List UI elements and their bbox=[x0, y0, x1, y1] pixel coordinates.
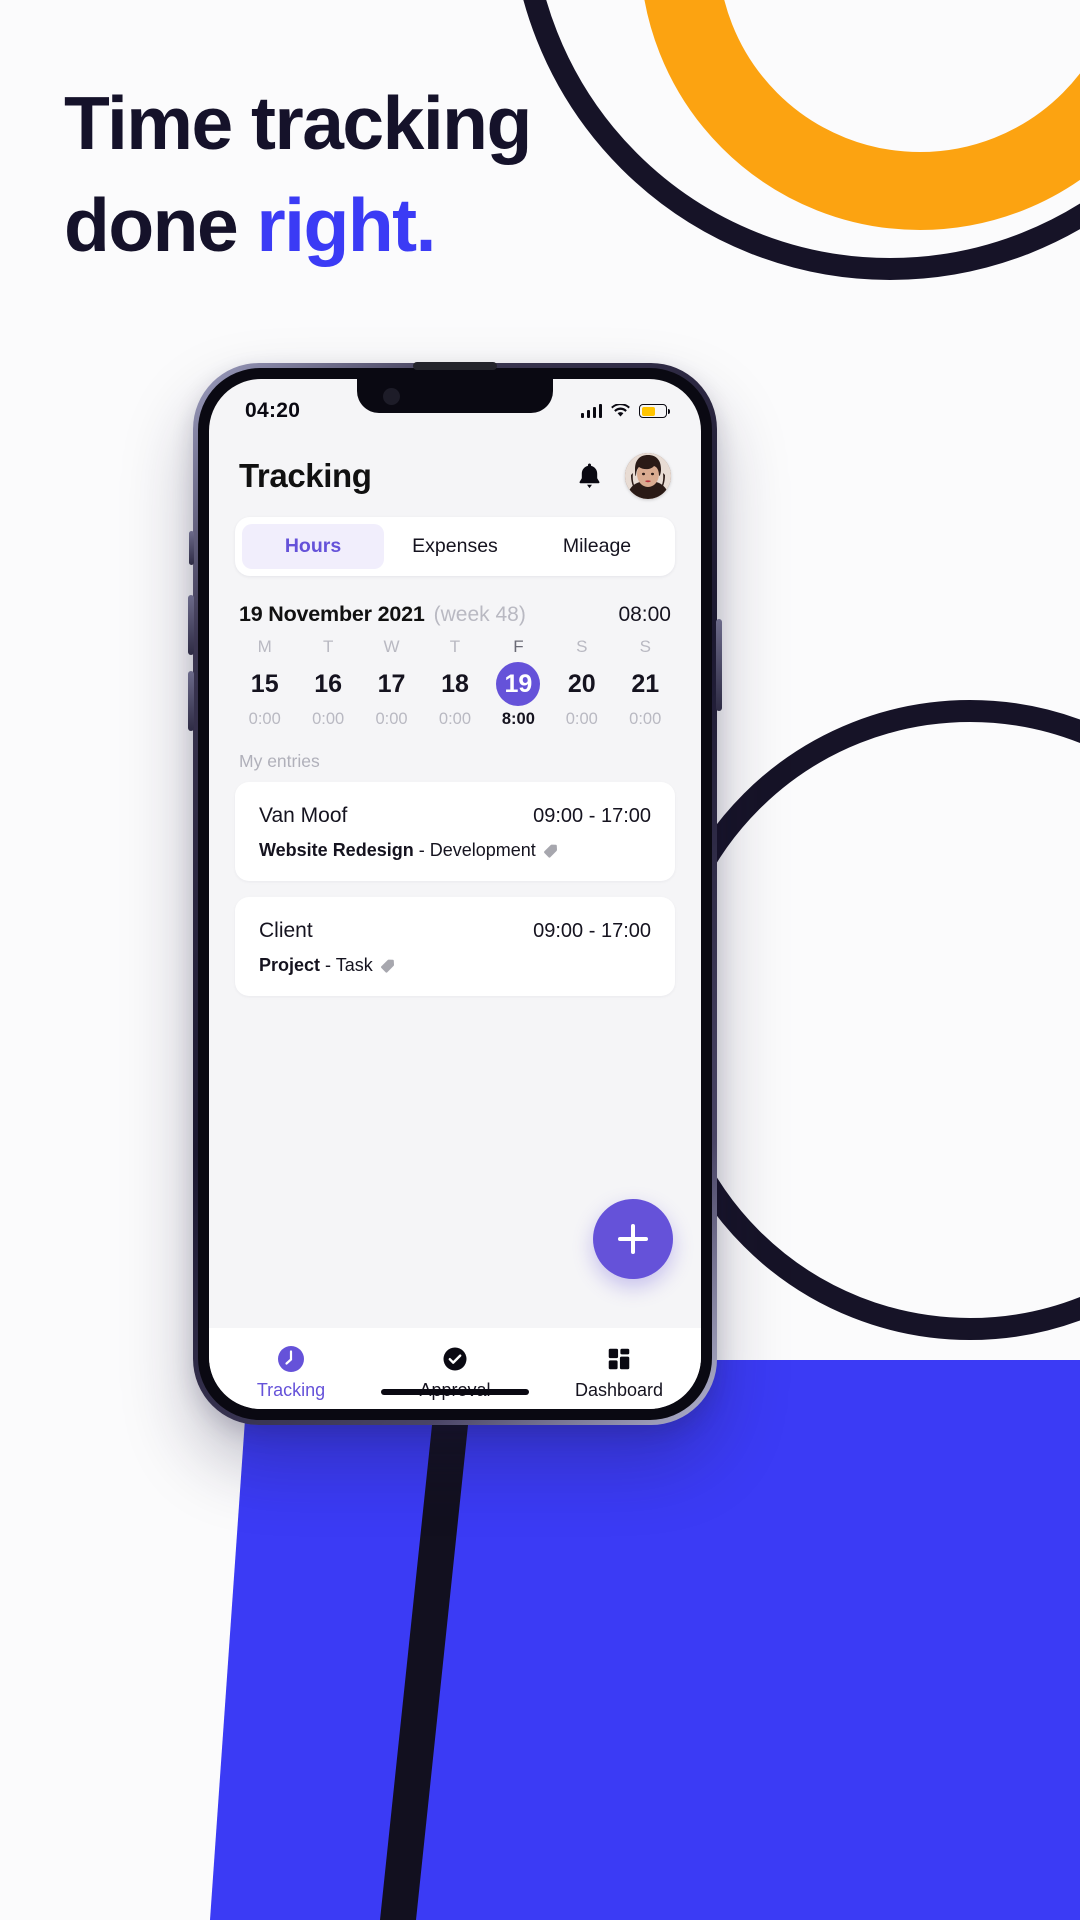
day-letter: T bbox=[449, 637, 461, 656]
day-number-selected: 19 bbox=[496, 662, 541, 706]
clock-icon bbox=[209, 1342, 373, 1376]
day-hours: 8:00 bbox=[501, 710, 535, 728]
volume-down-button[interactable] bbox=[188, 671, 194, 731]
week-day-20[interactable]: S 20 0:00 bbox=[550, 637, 613, 729]
mute-switch[interactable] bbox=[189, 531, 194, 565]
entry-project: Website Redesign bbox=[259, 840, 414, 860]
battery-low-power-icon bbox=[639, 404, 671, 418]
week-strip: M 15 0:00 T 16 0:00 W 17 0:00 T 18 0:00 … bbox=[209, 633, 701, 729]
front-camera bbox=[383, 388, 400, 405]
phone-bezel: 04:20 Tracking Hours Expenses Mileage 19… bbox=[198, 362, 712, 1420]
week-day-19[interactable]: F 19 8:00 bbox=[487, 637, 550, 729]
entry-card-header: Client 09:00 - 17:00 bbox=[259, 919, 651, 943]
entry-separator: - bbox=[320, 955, 336, 975]
entry-time-range: 09:00 - 17:00 bbox=[533, 805, 651, 827]
home-indicator bbox=[381, 1389, 529, 1395]
week-number: (week 48) bbox=[433, 603, 526, 626]
blue-slab-bottom bbox=[210, 1360, 1080, 1920]
phone-mockup: 04:20 Tracking Hours Expenses Mileage 19… bbox=[188, 362, 722, 1425]
marketing-headline: Time tracking done right. bbox=[64, 72, 532, 276]
day-letter: M bbox=[257, 637, 272, 656]
day-number: 18 bbox=[441, 670, 469, 698]
day-letter: F bbox=[513, 637, 524, 656]
volume-up-button[interactable] bbox=[188, 595, 194, 655]
entry-task: Development bbox=[429, 840, 536, 860]
day-number: 20 bbox=[567, 670, 596, 698]
power-button[interactable] bbox=[716, 619, 722, 711]
day-number: 15 bbox=[250, 670, 279, 698]
add-entry-button[interactable] bbox=[593, 1199, 673, 1279]
day-hours: 0:00 bbox=[375, 710, 408, 728]
wifi-icon bbox=[611, 404, 630, 418]
week-day-17[interactable]: W 17 0:00 bbox=[360, 637, 423, 729]
headline-line-1: Time tracking bbox=[64, 81, 532, 165]
page-title: Tracking bbox=[239, 457, 372, 494]
entry-card-subtitle: Project - Task bbox=[259, 955, 651, 976]
day-letter: W bbox=[383, 637, 400, 656]
selected-date[interactable]: 19 November 2021 bbox=[239, 602, 425, 627]
day-hours: 0:00 bbox=[438, 710, 472, 728]
nav-label: Dashboard bbox=[574, 1380, 664, 1400]
headline-line-2: done bbox=[64, 183, 257, 267]
cellular-bars-icon bbox=[580, 404, 602, 418]
day-letter: S bbox=[576, 637, 588, 656]
nav-item-tracking[interactable]: Tracking bbox=[209, 1342, 373, 1401]
week-total-hours: 08:00 bbox=[618, 603, 671, 626]
entry-client: Client bbox=[259, 919, 313, 942]
grid-icon bbox=[537, 1342, 701, 1376]
entry-card-subtitle: Website Redesign - Development bbox=[259, 840, 651, 861]
week-day-18[interactable]: T 18 0:00 bbox=[423, 637, 486, 729]
day-letter: S bbox=[639, 637, 651, 656]
tab-expenses[interactable]: Expenses bbox=[384, 524, 526, 569]
entry-card[interactable]: Client 09:00 - 17:00 Project - Task bbox=[235, 897, 675, 996]
entry-time-range: 09:00 - 17:00 bbox=[533, 920, 651, 942]
tab-hours[interactable]: Hours bbox=[242, 524, 384, 569]
nav-label: Tracking bbox=[256, 1380, 326, 1400]
plus-icon bbox=[618, 1224, 648, 1254]
phone-screen: 04:20 Tracking Hours Expenses Mileage 19… bbox=[209, 379, 701, 1409]
status-icons bbox=[580, 404, 671, 418]
entry-client: Van Moof bbox=[259, 804, 348, 827]
check-circle-icon bbox=[373, 1342, 537, 1376]
day-number: 17 bbox=[377, 670, 406, 698]
headline-accent: right. bbox=[256, 183, 437, 267]
day-number: 16 bbox=[314, 670, 343, 698]
entry-card[interactable]: Van Moof 09:00 - 17:00 Website Redesign … bbox=[235, 782, 675, 881]
entries-section-label: My entries bbox=[239, 751, 320, 771]
tab-mileage[interactable]: Mileage bbox=[526, 524, 668, 569]
bottom-navigation: Tracking Approval Dashboard bbox=[209, 1328, 701, 1409]
entry-separator: - bbox=[413, 840, 430, 860]
week-day-21[interactable]: S 21 0:00 bbox=[614, 637, 677, 729]
avatar[interactable] bbox=[625, 453, 671, 499]
week-day-15[interactable]: M 15 0:00 bbox=[233, 637, 296, 729]
day-hours: 0:00 bbox=[312, 710, 345, 728]
notch bbox=[357, 379, 553, 413]
status-time: 04:20 bbox=[245, 399, 301, 422]
date-bar: 19 November 2021 (week 48) 08:00 bbox=[209, 576, 701, 633]
entry-task: Task bbox=[335, 955, 373, 975]
entry-project: Project bbox=[259, 955, 321, 975]
app-header: Tracking bbox=[209, 433, 701, 513]
week-day-16[interactable]: T 16 0:00 bbox=[296, 637, 359, 729]
header-actions bbox=[576, 453, 671, 499]
date-bar-left: 19 November 2021 (week 48) bbox=[239, 602, 526, 627]
day-letter: T bbox=[322, 637, 334, 656]
tag-icon bbox=[543, 843, 559, 859]
entry-card-header: Van Moof 09:00 - 17:00 bbox=[259, 804, 651, 828]
day-hours: 0:00 bbox=[248, 710, 281, 728]
day-hours: 0:00 bbox=[629, 710, 662, 728]
bell-icon[interactable] bbox=[576, 462, 603, 491]
tab-segmented-control: Hours Expenses Mileage bbox=[235, 517, 675, 576]
day-number: 21 bbox=[631, 670, 660, 698]
nav-item-dashboard[interactable]: Dashboard bbox=[537, 1342, 701, 1401]
earpiece-speaker bbox=[413, 362, 497, 370]
tag-icon bbox=[380, 958, 396, 974]
day-hours: 0:00 bbox=[565, 710, 598, 728]
